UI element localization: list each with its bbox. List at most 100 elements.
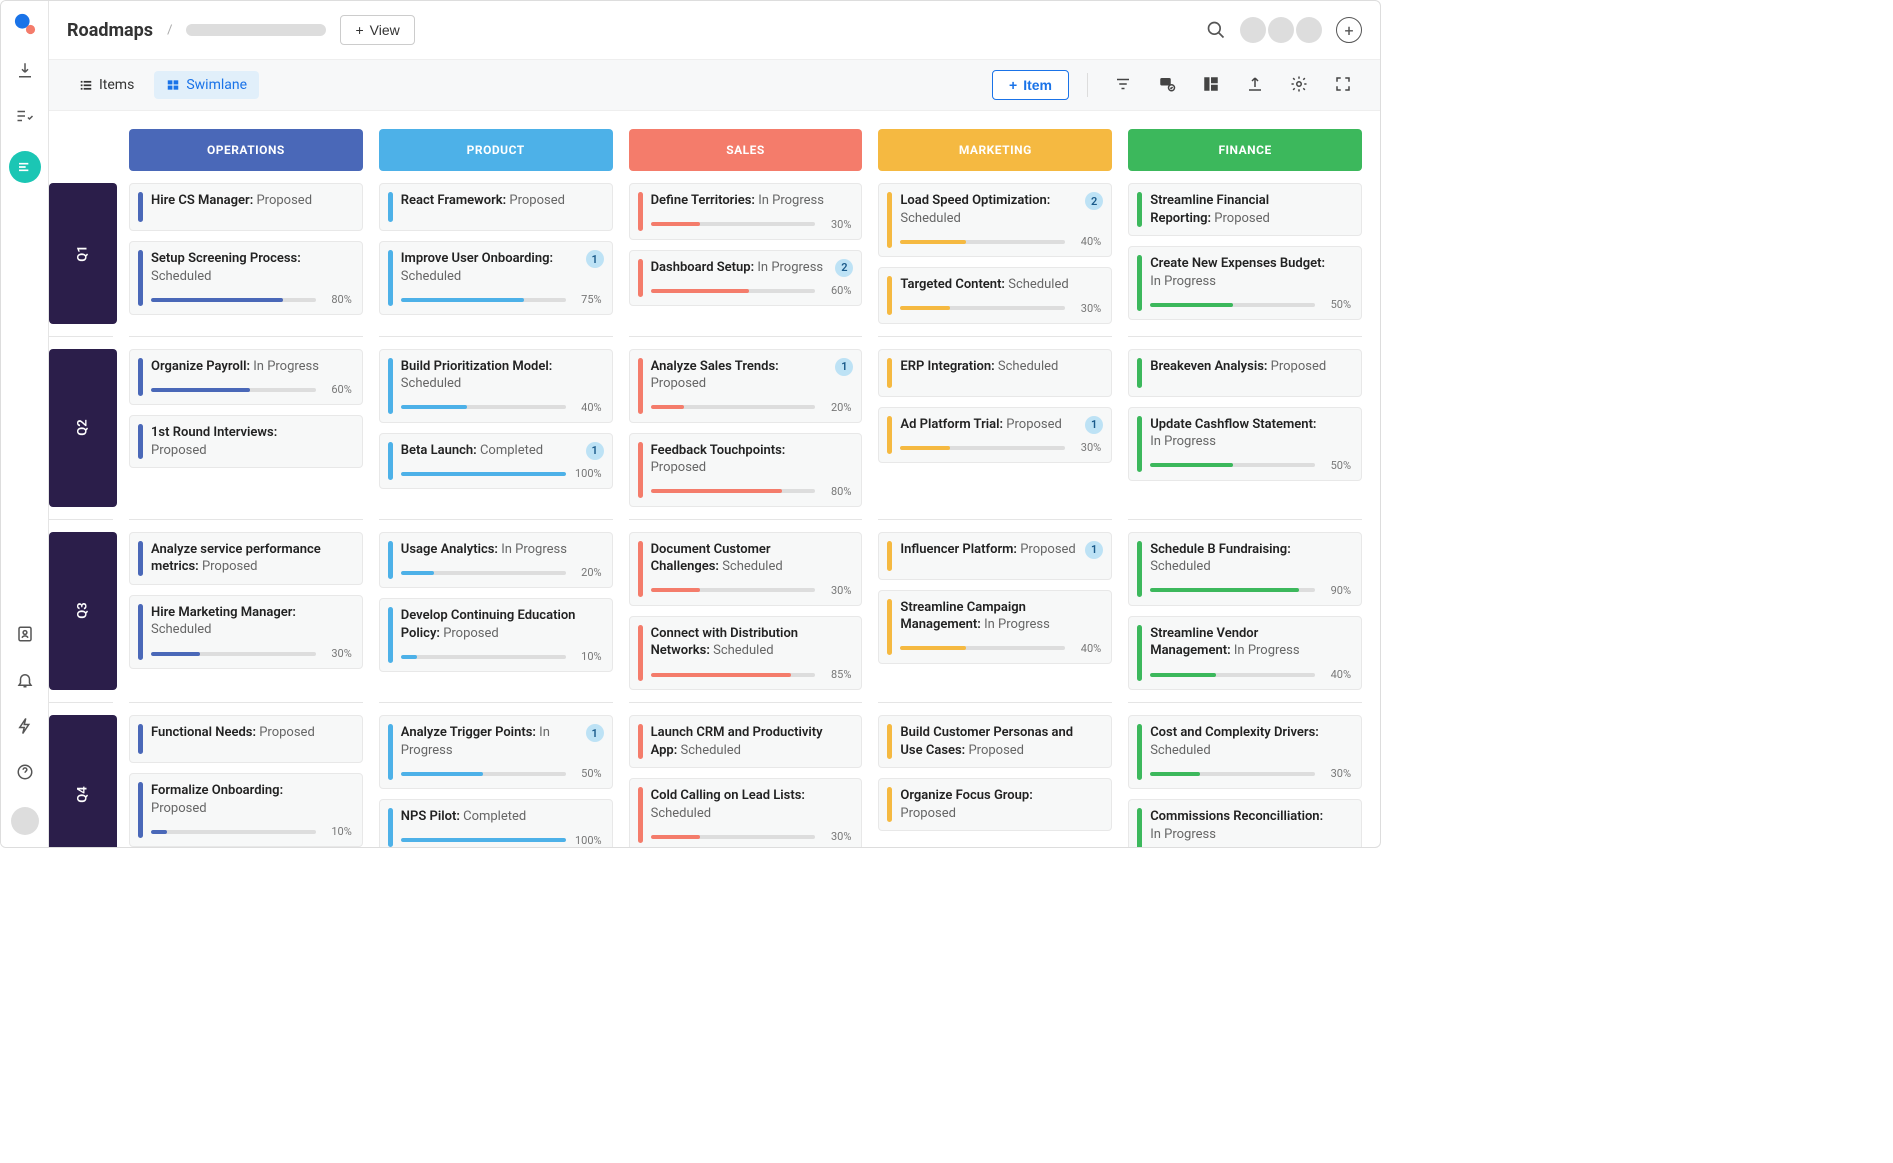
contacts-icon[interactable] (14, 623, 36, 645)
roadmap-card[interactable]: Beta Launch: Completed100%1 (379, 433, 613, 490)
progress-row: 30% (1150, 767, 1351, 780)
gear-icon[interactable] (1290, 75, 1310, 95)
add-view-button[interactable]: + View (340, 15, 414, 45)
roadmap-card[interactable]: Hire Marketing Manager: Scheduled30% (129, 595, 363, 669)
progress-bar (651, 289, 816, 293)
tab-items[interactable]: Items (67, 71, 146, 99)
roadmap-icon[interactable] (9, 151, 41, 183)
roadmap-card[interactable]: Influencer Platform: Proposed1 (878, 532, 1112, 580)
progress-bar (401, 298, 566, 302)
progress-percent: 60% (324, 383, 352, 396)
roadmap-card[interactable]: Streamline Financial Reporting: Proposed (1128, 183, 1362, 236)
column-header-operations[interactable]: OPERATIONS (129, 129, 363, 171)
roadmap-card[interactable]: Usage Analytics: In Progress20% (379, 532, 613, 589)
help-icon[interactable] (14, 761, 36, 783)
roadmap-card[interactable]: ERP Integration: Scheduled (878, 349, 1112, 397)
list-check-icon[interactable] (14, 105, 36, 127)
progress-row: 50% (401, 767, 602, 780)
export-icon[interactable] (1246, 75, 1266, 95)
roadmap-card[interactable]: Update Cashflow Statement: In Progress50… (1128, 407, 1362, 481)
card-color-bar (388, 192, 393, 222)
card-status: Scheduled (401, 269, 461, 284)
roadmap-card[interactable]: Improve User Onboarding: Scheduled75%1 (379, 241, 613, 315)
roadmap-card[interactable]: Analyze Sales Trends: Proposed20%1 (629, 349, 863, 423)
roadmap-card[interactable]: Breakeven Analysis: Proposed (1128, 349, 1362, 397)
roadmap-card[interactable]: Cold Calling on Lead Lists: Scheduled30% (629, 778, 863, 847)
roadmap-card[interactable]: Build Customer Personas and Use Cases: P… (878, 715, 1112, 768)
user-avatar[interactable] (11, 807, 39, 835)
row-label-q4: Q4 (49, 715, 117, 847)
roadmap-card[interactable]: Dashboard Setup: In Progress60%2 (629, 250, 863, 307)
card-badge[interactable]: 1 (586, 250, 604, 268)
column-header-marketing[interactable]: MARKETING (878, 129, 1112, 171)
card-badge[interactable]: 1 (1085, 541, 1103, 559)
roadmap-card[interactable]: Ad Platform Trial: Proposed30%1 (878, 407, 1112, 464)
card-color-bar (887, 192, 892, 248)
roadmap-card[interactable]: Organize Focus Group: Proposed (878, 778, 1112, 831)
cell-q3-sales: Document Customer Challenges: Scheduled3… (629, 520, 863, 703)
roadmap-card[interactable]: Build Prioritization Model: Scheduled40% (379, 349, 613, 423)
card-color-bar (138, 424, 143, 459)
roadmap-card[interactable]: Connect with Distribution Networks: Sche… (629, 616, 863, 690)
fullscreen-icon[interactable] (1334, 75, 1354, 95)
roadmap-card[interactable]: Create New Expenses Budget: In Progress5… (1128, 246, 1362, 320)
filter-icon[interactable] (1114, 75, 1134, 95)
app-logo[interactable] (14, 13, 36, 35)
roadmap-card[interactable]: Load Speed Optimization: Scheduled40%2 (878, 183, 1112, 257)
column-header-finance[interactable]: FINANCE (1128, 129, 1362, 171)
roadmap-card[interactable]: Commissions Reconcilliation: In Progress… (1128, 799, 1362, 847)
roadmap-card[interactable]: 1st Round Interviews: Proposed (129, 415, 363, 468)
column-header-product[interactable]: PRODUCT (379, 129, 613, 171)
cell-q1-finance: Streamline Financial Reporting: Proposed… (1128, 171, 1362, 337)
roadmap-card[interactable]: Setup Screening Process: Scheduled80% (129, 241, 363, 315)
card-badge[interactable]: 1 (586, 442, 604, 460)
roadmap-card[interactable]: Analyze Trigger Points: In Progress50%1 (379, 715, 613, 789)
download-icon[interactable] (14, 59, 36, 81)
card-color-bar (388, 607, 393, 663)
roadmap-card[interactable]: Feedback Touchpoints: Proposed80% (629, 433, 863, 507)
card-badge[interactable]: 2 (835, 259, 853, 277)
layout-icon[interactable] (1202, 75, 1222, 95)
card-color-bar (388, 724, 393, 780)
bolt-icon[interactable] (14, 715, 36, 737)
avatar[interactable] (1240, 17, 1266, 43)
roadmap-card[interactable]: Formalize Onboarding: Proposed10% (129, 773, 363, 847)
collaborator-avatars[interactable] (1240, 17, 1322, 43)
link-icon[interactable] (1158, 75, 1178, 95)
cell-q1-operations: Hire CS Manager: Proposed Setup Screening… (129, 171, 363, 337)
roadmap-card[interactable]: Schedule B Fundraising: Scheduled90% (1128, 532, 1362, 606)
card-title: Schedule B Fundraising: (1150, 542, 1291, 557)
breadcrumb-placeholder[interactable] (186, 24, 326, 36)
card-badge[interactable]: 1 (835, 358, 853, 376)
progress-bar (1150, 588, 1315, 592)
roadmap-card[interactable]: Functional Needs: Proposed (129, 715, 363, 763)
roadmap-card[interactable]: Analyze service performance metrics: Pro… (129, 532, 363, 585)
bell-icon[interactable] (14, 669, 36, 691)
tab-swimlane-label: Swimlane (186, 77, 247, 93)
add-item-button[interactable]: + Item (992, 70, 1069, 100)
roadmap-card[interactable]: Targeted Content: Scheduled30% (878, 267, 1112, 324)
avatar[interactable] (1268, 17, 1294, 43)
roadmap-card[interactable]: Organize Payroll: In Progress60% (129, 349, 363, 406)
roadmap-card[interactable]: Cost and Complexity Drivers: Scheduled30… (1128, 715, 1362, 789)
roadmap-card[interactable]: Launch CRM and Productivity App: Schedul… (629, 715, 863, 768)
card-badge[interactable]: 1 (1085, 416, 1103, 434)
search-icon[interactable] (1206, 20, 1226, 40)
card-color-bar (887, 358, 892, 388)
avatar[interactable] (1296, 17, 1322, 43)
card-badge[interactable]: 1 (586, 724, 604, 742)
card-color-bar (638, 358, 643, 414)
progress-percent: 80% (823, 485, 851, 498)
swimlane-view[interactable]: OPERATIONSPRODUCTSALESMARKETINGFINANCEQ1… (49, 111, 1380, 847)
roadmap-card[interactable]: React Framework: Proposed (379, 183, 613, 231)
roadmap-card[interactable]: Document Customer Challenges: Scheduled3… (629, 532, 863, 606)
column-header-sales[interactable]: SALES (629, 129, 863, 171)
add-collaborator-button[interactable]: + (1336, 17, 1362, 43)
roadmap-card[interactable]: Develop Continuing Education Policy: Pro… (379, 598, 613, 672)
roadmap-card[interactable]: Hire CS Manager: Proposed (129, 183, 363, 231)
roadmap-card[interactable]: Define Territories: In Progress30% (629, 183, 863, 240)
tab-swimlane[interactable]: Swimlane (154, 71, 259, 99)
roadmap-card[interactable]: Streamline Campaign Management: In Progr… (878, 590, 1112, 664)
roadmap-card[interactable]: NPS Pilot: Completed100% (379, 799, 613, 847)
roadmap-card[interactable]: Streamline Vendor Management: In Progres… (1128, 616, 1362, 690)
